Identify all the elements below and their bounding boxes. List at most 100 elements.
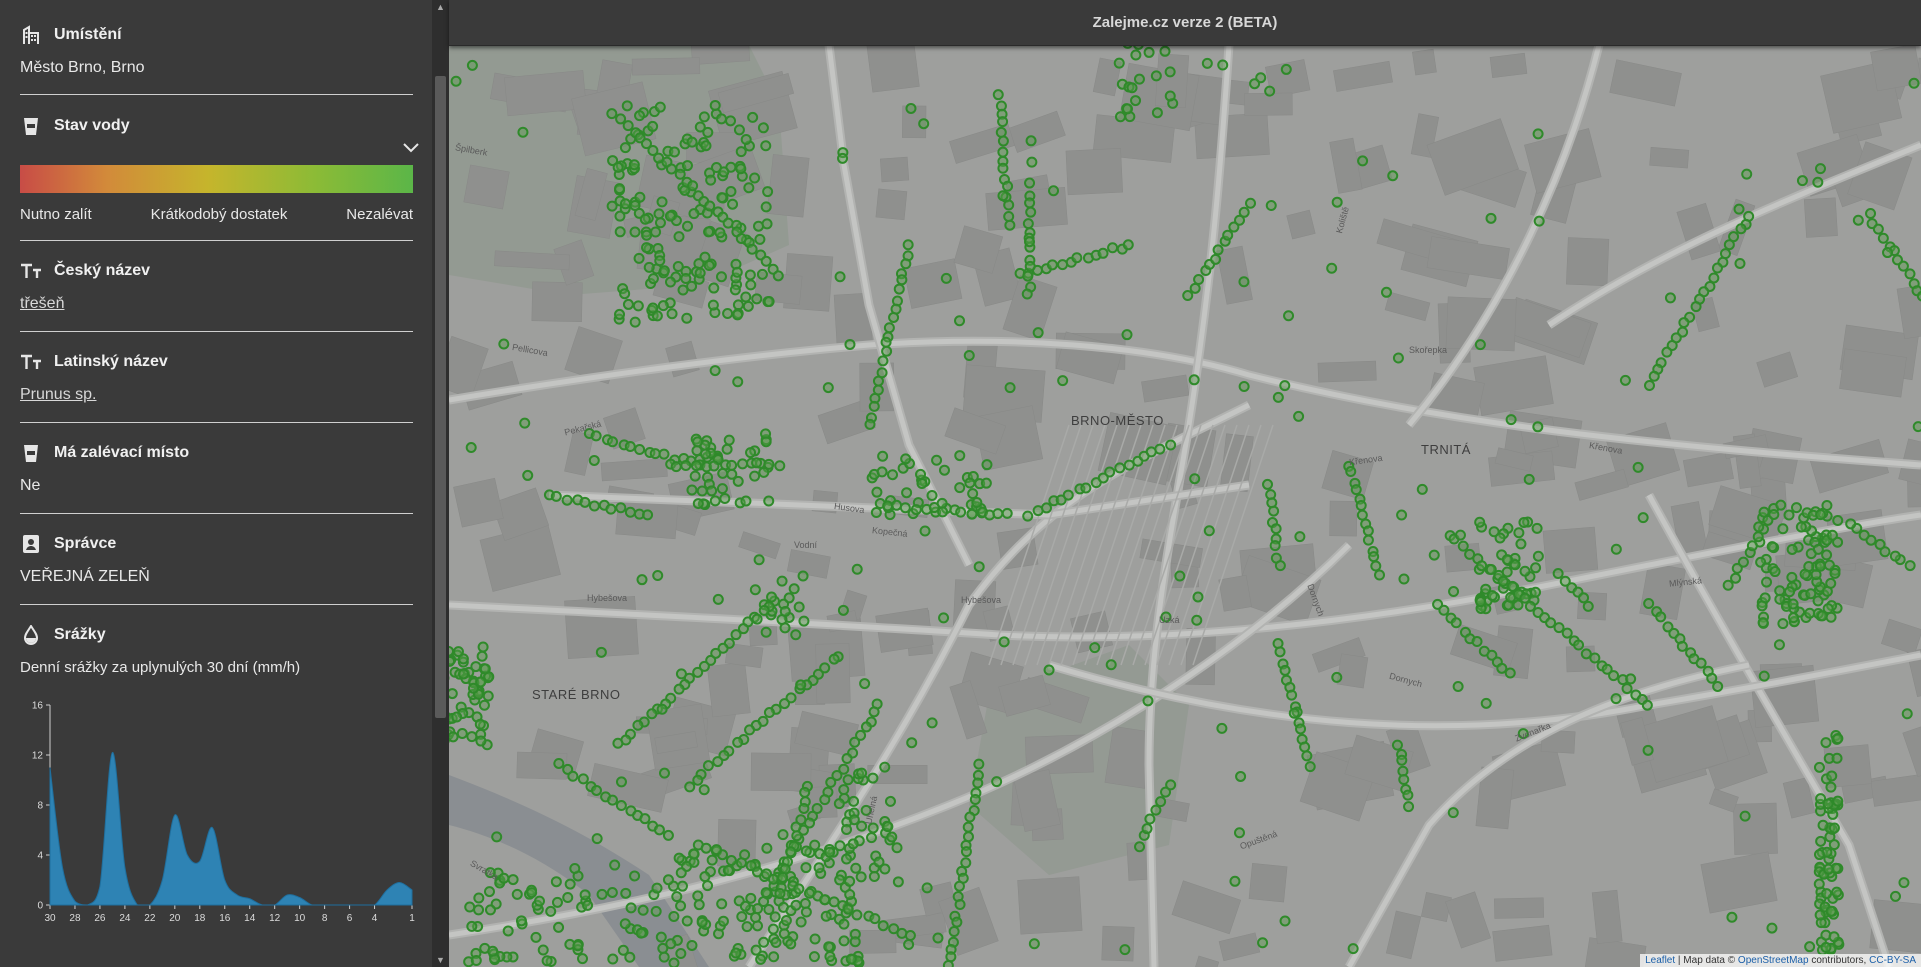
tree-marker[interactable] — [1229, 875, 1241, 887]
tree-marker[interactable] — [844, 875, 856, 887]
tree-marker[interactable] — [735, 857, 747, 869]
tree-marker[interactable] — [870, 506, 882, 518]
tree-marker[interactable] — [1678, 317, 1690, 329]
tree-marker[interactable] — [550, 490, 562, 502]
tree-marker[interactable] — [828, 653, 840, 665]
tree-marker[interactable] — [1480, 583, 1492, 595]
tree-marker[interactable] — [692, 774, 704, 786]
tree-marker[interactable] — [776, 575, 788, 587]
tree-marker[interactable] — [673, 852, 685, 864]
tree-marker[interactable] — [1212, 244, 1224, 256]
tree-marker[interactable] — [722, 864, 734, 876]
tree-marker[interactable] — [1151, 107, 1163, 119]
tree-marker[interactable] — [753, 554, 765, 566]
tree-marker[interactable] — [715, 113, 727, 125]
tree-marker[interactable] — [1279, 380, 1291, 392]
tree-marker[interactable] — [785, 938, 797, 950]
tree-marker[interactable] — [484, 904, 496, 916]
tree-marker[interactable] — [963, 349, 975, 361]
tree-marker[interactable] — [774, 888, 786, 900]
tree-marker[interactable] — [625, 902, 637, 914]
tree-marker[interactable] — [1216, 722, 1228, 734]
tree-marker[interactable] — [903, 938, 915, 950]
tree-marker[interactable] — [1245, 197, 1257, 209]
tree-marker[interactable] — [703, 260, 715, 272]
tree-marker[interactable] — [1655, 611, 1667, 623]
tree-marker[interactable] — [1761, 576, 1773, 588]
tree-marker[interactable] — [868, 870, 880, 882]
tree-marker[interactable] — [868, 706, 880, 718]
tree-marker[interactable] — [1664, 292, 1676, 304]
tree-marker[interactable] — [692, 890, 704, 902]
tree-marker[interactable] — [517, 126, 529, 138]
tree-marker[interactable] — [1553, 622, 1565, 634]
tree-marker[interactable] — [1326, 262, 1338, 274]
tree-marker[interactable] — [1735, 223, 1747, 235]
tree-marker[interactable] — [577, 953, 589, 965]
tree-marker[interactable] — [1452, 680, 1464, 692]
tree-marker[interactable] — [1356, 509, 1368, 521]
tree-marker[interactable] — [888, 311, 900, 323]
tree-marker[interactable] — [553, 921, 565, 933]
tree-marker[interactable] — [962, 831, 974, 843]
tree-marker[interactable] — [849, 936, 861, 948]
tree-marker[interactable] — [739, 900, 751, 912]
tree-marker[interactable] — [751, 613, 763, 625]
tree-marker[interactable] — [1505, 414, 1517, 426]
tree-marker[interactable] — [1362, 525, 1374, 537]
tree-marker[interactable] — [1532, 128, 1544, 140]
tree-marker[interactable] — [795, 916, 807, 928]
tree-marker[interactable] — [675, 867, 687, 879]
tree-marker[interactable] — [1154, 443, 1166, 455]
tree-marker[interactable] — [1428, 549, 1440, 561]
tree-marker[interactable] — [1821, 549, 1833, 561]
tree-marker[interactable] — [998, 636, 1010, 648]
tree-marker[interactable] — [766, 591, 778, 603]
tree-marker[interactable] — [785, 846, 797, 858]
tree-marker[interactable] — [696, 485, 708, 497]
tree-marker[interactable] — [668, 146, 680, 158]
tree-marker[interactable] — [1022, 218, 1034, 230]
tree-marker[interactable] — [992, 508, 1004, 520]
tree-marker[interactable] — [1447, 807, 1459, 819]
tree-marker[interactable] — [800, 862, 812, 874]
tree-marker[interactable] — [653, 208, 665, 220]
tree-markers-layer[interactable] — [449, 45, 1921, 967]
tree-marker[interactable] — [1374, 569, 1386, 581]
tree-marker[interactable] — [654, 217, 666, 229]
tree-marker[interactable] — [760, 255, 772, 267]
tree-marker[interactable] — [1803, 561, 1815, 573]
tree-marker[interactable] — [752, 903, 764, 915]
tree-marker[interactable] — [1398, 573, 1410, 585]
tree-marker[interactable] — [793, 601, 805, 613]
tree-marker[interactable] — [1355, 500, 1367, 512]
leaflet-link[interactable]: Leaflet — [1645, 955, 1675, 966]
tree-marker[interactable] — [737, 458, 749, 470]
tree-marker[interactable] — [742, 300, 754, 312]
tree-marker[interactable] — [541, 955, 553, 967]
tree-marker[interactable] — [522, 469, 534, 481]
tree-marker[interactable] — [482, 690, 494, 702]
tree-marker[interactable] — [1026, 156, 1038, 168]
tree-marker[interactable] — [967, 488, 979, 500]
tree-marker[interactable] — [790, 821, 802, 833]
tree-marker[interactable] — [545, 905, 557, 917]
tree-marker[interactable] — [834, 840, 846, 852]
tree-marker[interactable] — [1712, 680, 1724, 692]
tree-marker[interactable] — [1133, 73, 1145, 85]
tree-marker[interactable] — [692, 436, 704, 448]
tree-marker[interactable] — [702, 760, 714, 772]
tree-marker[interactable] — [1268, 505, 1280, 517]
tree-marker[interactable] — [855, 871, 867, 883]
tree-marker[interactable] — [1823, 559, 1835, 571]
tree-marker[interactable] — [1578, 592, 1590, 604]
tree-marker[interactable] — [1476, 560, 1488, 572]
tree-marker[interactable] — [612, 161, 624, 173]
tree-marker[interactable] — [722, 217, 734, 229]
tree-marker[interactable] — [1722, 579, 1734, 591]
tree-marker[interactable] — [639, 213, 651, 225]
tree-marker[interactable] — [1813, 878, 1825, 890]
tree-marker[interactable] — [1398, 773, 1410, 785]
tree-marker[interactable] — [615, 776, 627, 788]
tree-marker[interactable] — [1533, 215, 1545, 227]
